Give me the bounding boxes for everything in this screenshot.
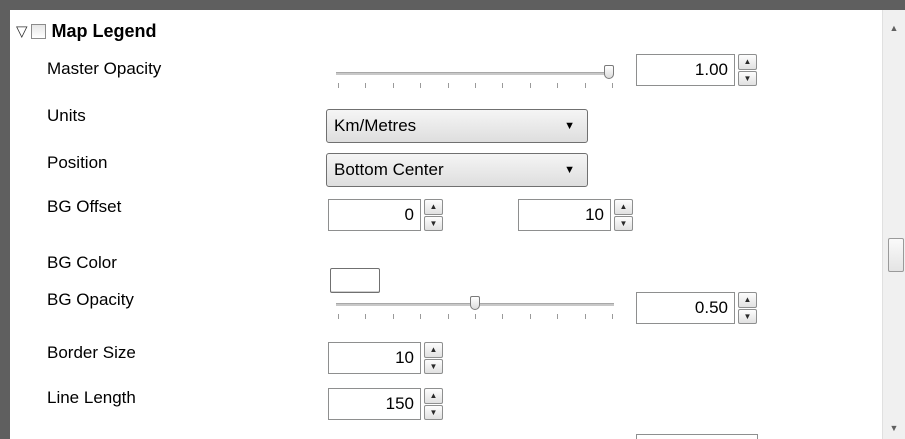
bg-opacity-slider[interactable] <box>336 295 614 325</box>
slider-tick <box>502 83 503 88</box>
slider-tick <box>338 314 339 319</box>
slider-tick <box>365 83 366 88</box>
master-opacity-slider[interactable] <box>336 64 614 94</box>
spin-up-icon[interactable]: ▲ <box>424 388 443 404</box>
legend-header: ▽ Map Legend <box>16 20 157 42</box>
spin-down-icon[interactable]: ▼ <box>614 215 633 231</box>
slider-tick <box>530 83 531 88</box>
border-size-input[interactable]: 10 <box>328 342 421 374</box>
units-label: Units <box>47 106 86 125</box>
bg-opacity-input[interactable]: 0.50 <box>636 292 735 324</box>
scrollbar-thumb[interactable] <box>888 238 904 272</box>
next-row-spinbox-partial[interactable] <box>636 434 758 439</box>
bg-opacity-spinbox[interactable]: 0.50 ▲ ▼ <box>636 292 757 324</box>
spin-up-icon[interactable]: ▲ <box>614 199 633 215</box>
border-size-label: Border Size <box>47 343 136 362</box>
line-length-spinbox[interactable]: 150 ▲ ▼ <box>328 388 443 420</box>
position-selected-value: Bottom Center <box>334 160 444 179</box>
slider-tick <box>420 314 421 319</box>
caret-down-icon: ▼ <box>564 120 575 132</box>
spin-down-icon[interactable]: ▼ <box>738 70 757 86</box>
units-selected-value: Km/Metres <box>334 116 417 135</box>
scroll-down-arrow-icon[interactable]: ▼ <box>883 418 905 438</box>
spin-down-icon[interactable]: ▼ <box>424 404 443 420</box>
bg-opacity-label: BG Opacity <box>47 290 134 309</box>
slider-tick <box>393 83 394 88</box>
slider-tick <box>557 83 558 88</box>
slider-tick <box>420 83 421 88</box>
vertical-scrollbar[interactable]: ▲ ▼ <box>882 10 905 439</box>
master-opacity-input[interactable]: 1.00 <box>636 54 735 86</box>
slider-tick <box>612 83 613 88</box>
slider-tick <box>585 314 586 319</box>
master-opacity-label: Master Opacity <box>47 59 162 78</box>
spin-up-icon[interactable]: ▲ <box>738 54 757 70</box>
slider-tick <box>448 314 449 319</box>
line-length-input[interactable]: 150 <box>328 388 421 420</box>
bg-offset-x-input[interactable]: 0 <box>328 199 421 231</box>
slider-tick <box>448 83 449 88</box>
spin-up-icon[interactable]: ▲ <box>424 342 443 358</box>
slider-thumb[interactable] <box>604 65 614 79</box>
position-label: Position <box>47 153 108 172</box>
bg-offset-x-spinbox[interactable]: 0 ▲ ▼ <box>328 199 443 231</box>
slider-tick <box>365 314 366 319</box>
master-opacity-spinbox[interactable]: 1.00 ▲ ▼ <box>636 54 757 86</box>
expand-collapse-icon[interactable]: ▽ <box>16 24 28 39</box>
slider-tick <box>338 83 339 88</box>
scroll-up-arrow-icon[interactable]: ▲ <box>883 18 905 38</box>
legend-title: Map Legend <box>51 20 157 41</box>
slider-tick <box>475 314 476 319</box>
properties-panel: ▽ Map Legend Master Opacity 1.00 ▲ ▼ Uni… <box>10 10 882 439</box>
bg-color-label: BG Color <box>47 253 117 272</box>
spin-up-icon[interactable]: ▲ <box>424 199 443 215</box>
border-size-spinbox[interactable]: 10 ▲ ▼ <box>328 342 443 374</box>
bg-offset-label: BG Offset <box>47 197 122 216</box>
units-dropdown[interactable]: Km/Metres ▼ <box>326 109 588 143</box>
spin-up-icon[interactable]: ▲ <box>738 292 757 308</box>
slider-thumb[interactable] <box>470 296 480 310</box>
bg-offset-y-spinbox[interactable]: 10 ▲ ▼ <box>518 199 633 231</box>
bg-offset-y-input[interactable]: 10 <box>518 199 611 231</box>
legend-enabled-checkbox[interactable] <box>30 23 46 39</box>
slider-tick <box>475 83 476 88</box>
slider-tick <box>530 314 531 319</box>
slider-tick <box>502 314 503 319</box>
caret-down-icon: ▼ <box>564 164 575 176</box>
spin-down-icon[interactable]: ▼ <box>424 358 443 374</box>
position-dropdown[interactable]: Bottom Center ▼ <box>326 153 588 187</box>
slider-tick <box>557 314 558 319</box>
bg-color-swatch[interactable] <box>330 268 380 293</box>
spin-down-icon[interactable]: ▼ <box>738 308 757 324</box>
slider-tick <box>393 314 394 319</box>
line-length-label: Line Length <box>47 388 136 407</box>
slider-tick <box>612 314 613 319</box>
spin-down-icon[interactable]: ▼ <box>424 215 443 231</box>
slider-tick <box>585 83 586 88</box>
